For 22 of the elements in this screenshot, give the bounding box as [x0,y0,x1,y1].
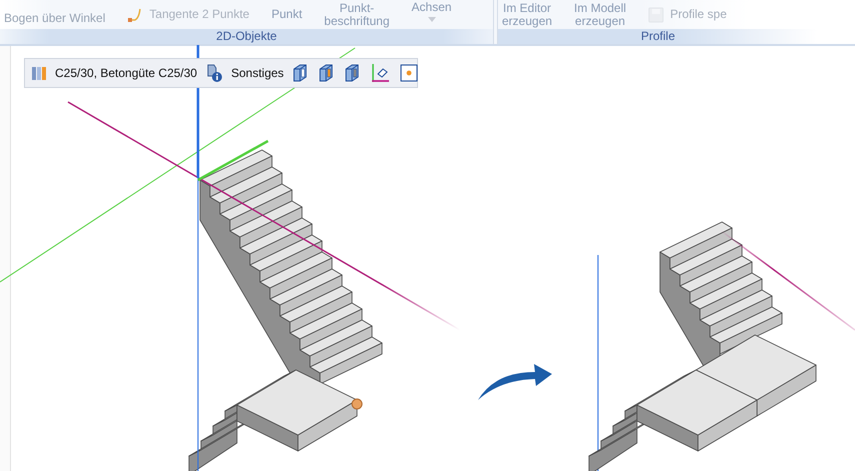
curved-arrow-icon [478,364,552,400]
curve-icon [127,6,144,22]
box-icon [318,63,334,83]
ribbon-button[interactable]: Profile spe [670,7,727,22]
ribbon-button[interactable]: Achsen [412,0,452,15]
info-icon [205,63,224,83]
ribbon-button[interactable]: Punkt- beschriftung [324,0,390,28]
point-icon [400,64,418,82]
box-icon [344,63,360,83]
caret-icon [428,17,436,22]
grip-point-icon[interactable] [352,398,362,410]
toolbar-label: C25/30, Betongüte C25/30 [55,66,198,80]
toolbar-label: Sonstiges [231,66,284,80]
ribbon-button[interactable]: Im Editor erzeugen [502,0,552,28]
material-swatch-icon [31,65,47,81]
ribbon-button[interactable]: Tangente 2 Punkte [149,7,250,22]
ribbon-button[interactable]: Im Modell erzeugen [574,0,626,28]
ribbon-button[interactable]: Punkt [271,7,302,22]
group-label: 2D-Objekte [0,29,493,44]
ribbon-button[interactable]: Bogen über Winkel [4,11,106,26]
box-icon [292,63,308,83]
axis-icon [370,63,390,83]
